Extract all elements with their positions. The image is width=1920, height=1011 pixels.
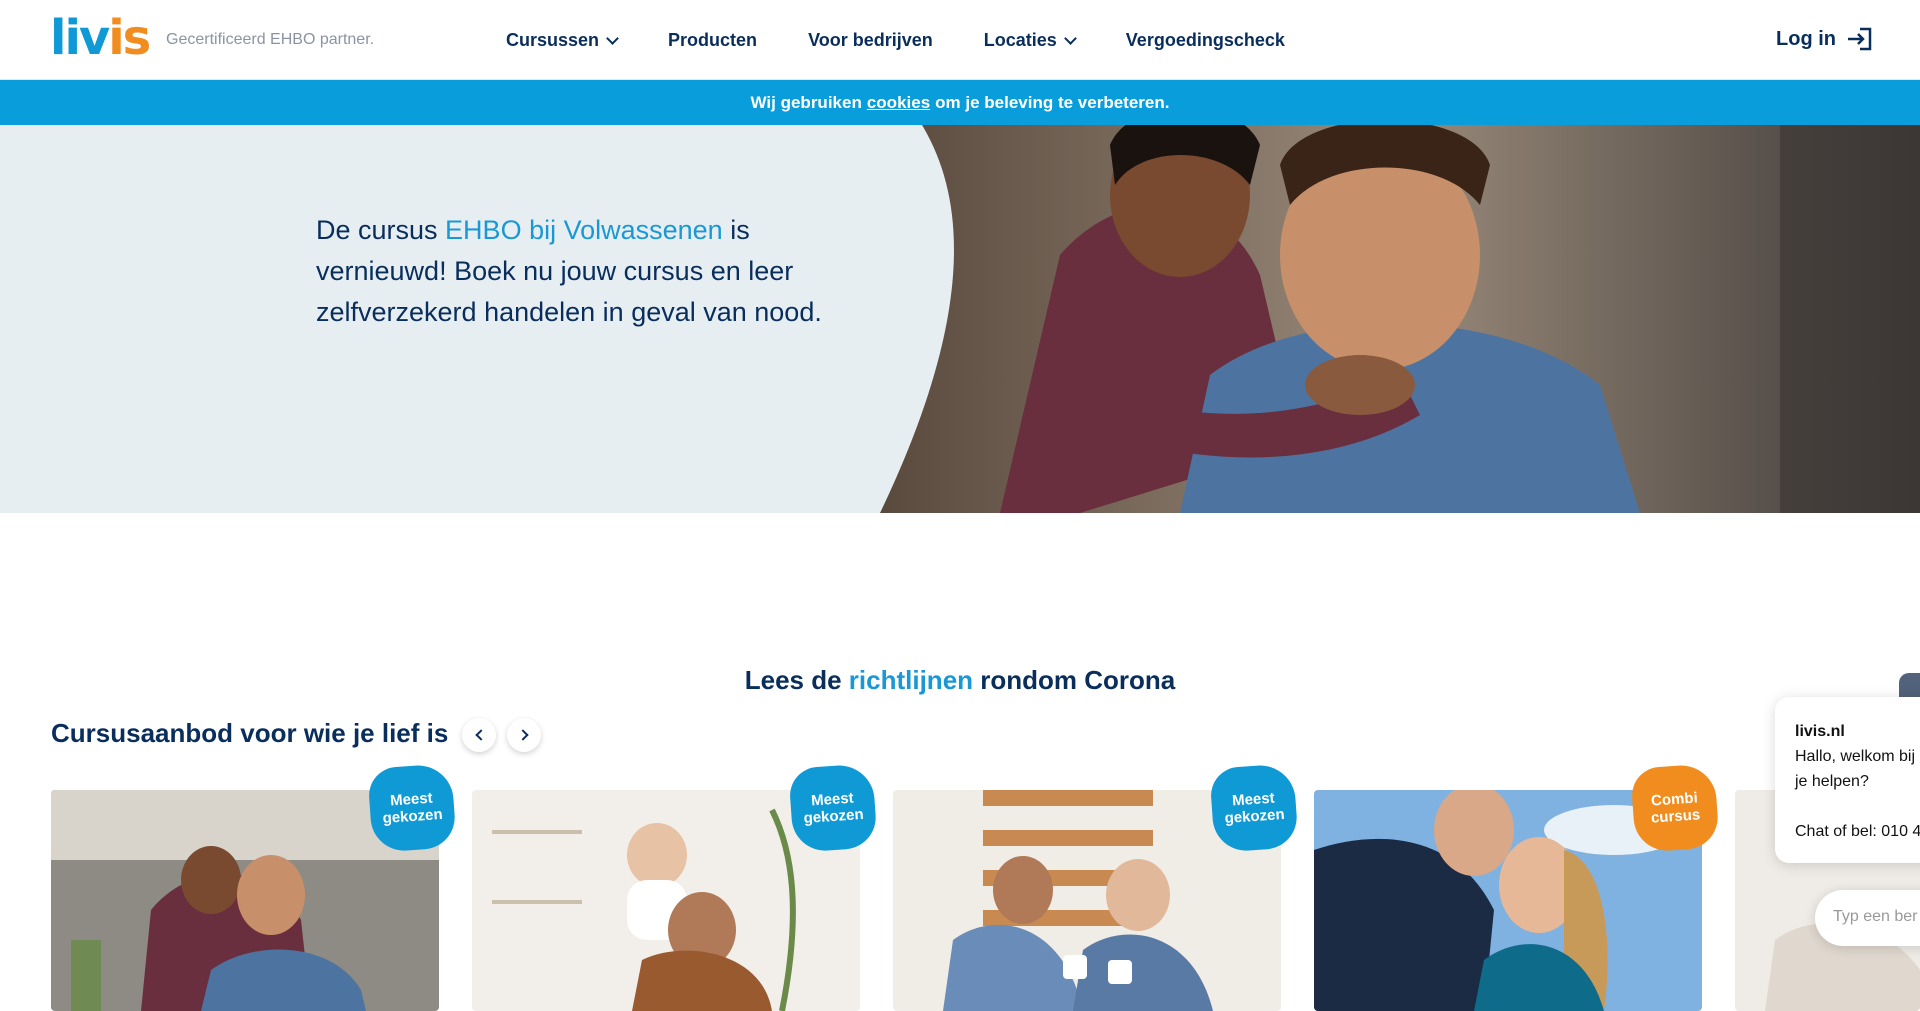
nav-item-producten[interactable]: Producten	[668, 30, 757, 51]
nav-item-cursussen[interactable]: Cursussen	[506, 30, 619, 51]
nav-item-vergoedingscheck[interactable]: Vergoedingscheck	[1126, 30, 1285, 51]
livis-logo[interactable]: livis	[50, 14, 151, 62]
main-nav: Cursussen Producten Voor bedrijven Locat…	[506, 30, 1336, 51]
corona-notice: Lees de richtlijnen rondom Corona	[744, 665, 1176, 695]
chat-window: livis.nl Hallo, welkom bij je helpen? Cha…	[1775, 697, 1920, 863]
chevron-left-icon	[474, 729, 487, 741]
login-button[interactable]: Log in	[1776, 27, 1872, 51]
nav-item-locaties[interactable]: Locaties	[984, 30, 1077, 51]
hero-text: De cursus EHBO bij Volwassenen is vernie…	[316, 215, 822, 327]
richtlijnen-link[interactable]: richtlijnen	[849, 665, 973, 695]
badge-meest-gekozen: Meest gekozen	[788, 763, 878, 853]
carousel-next-button[interactable]	[507, 718, 541, 752]
login-icon	[1848, 27, 1872, 51]
chevron-right-icon	[516, 729, 529, 741]
cookie-bar: Wij gebruiken cookies om je beleving te …	[0, 80, 1920, 125]
tagline: Gecertificeerd EHBO partner.	[166, 31, 375, 48]
badge-meest-gekozen: Meest gekozen	[1209, 763, 1299, 853]
chat-phone-text: Chat of bel: 010 4	[1795, 823, 1920, 840]
courses-heading: Cursusaanbod voor wie je lief is	[51, 718, 449, 748]
chevron-down-icon	[1063, 31, 1077, 45]
nav-item-voor-bedrijven[interactable]: Voor bedrijven	[808, 30, 933, 51]
site-header: livis Gecertificeerd EHBO partner. Cursu…	[0, 0, 1920, 80]
hero-banner: De cursus EHBO bij Volwassenen is vernie…	[0, 125, 1920, 513]
badge-combi-cursus: Combi cursus	[1630, 763, 1720, 853]
chat-message-input[interactable]: Typ een ber	[1815, 890, 1920, 946]
hero-curve-shape	[860, 125, 954, 513]
badge-meest-gekozen: Meest gekozen	[367, 763, 457, 853]
carousel-prev-button[interactable]	[462, 718, 496, 752]
hero-couple-image	[880, 125, 1920, 513]
chat-greeting: Hallo, welkom bij je helpen?	[1795, 748, 1916, 790]
chevron-down-icon	[606, 31, 619, 45]
chat-title: livis.nl	[1795, 723, 1845, 740]
hero-course-link[interactable]: EHBO bij Volwassenen	[445, 215, 723, 245]
cookies-link[interactable]: cookies	[867, 93, 930, 113]
